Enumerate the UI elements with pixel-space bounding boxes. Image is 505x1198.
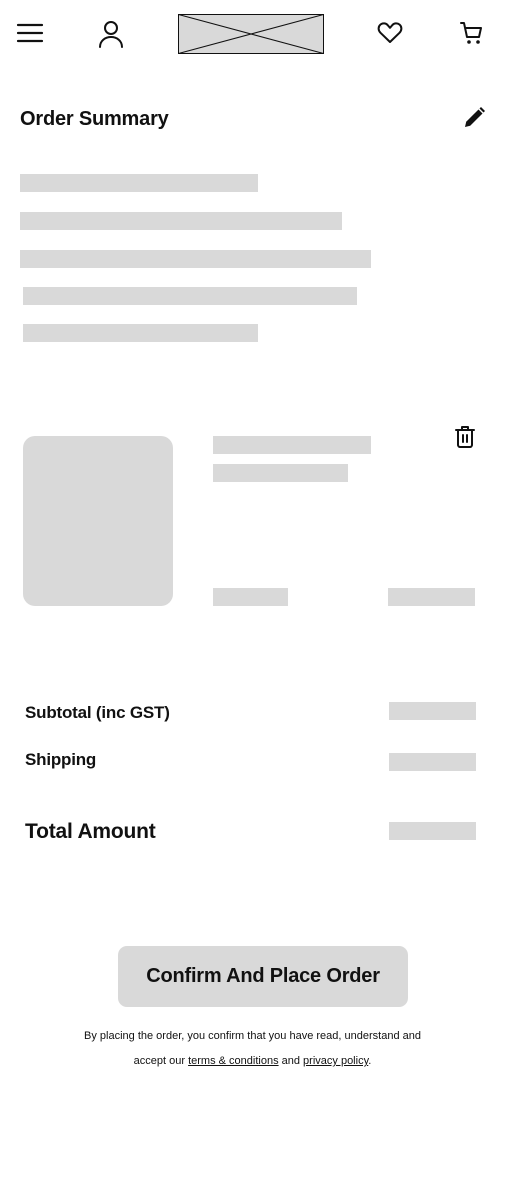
legal-notice-line2: accept our terms & conditions and privac… xyxy=(40,1049,465,1074)
shipping-value-placeholder xyxy=(389,753,476,771)
subtotal-value-placeholder xyxy=(389,702,476,720)
confirm-place-order-button[interactable]: Confirm And Place Order xyxy=(118,946,408,1007)
legal-notice-line1: By placing the order, you confirm that y… xyxy=(84,1030,421,1042)
heart-icon[interactable] xyxy=(377,22,403,44)
address-line-placeholder xyxy=(20,250,371,268)
product-image-placeholder xyxy=(23,436,173,606)
total-amount-value-placeholder xyxy=(389,822,476,840)
address-line-placeholder xyxy=(20,174,258,192)
product-price-placeholder xyxy=(388,588,475,606)
product-name-placeholder xyxy=(213,436,371,454)
address-line-placeholder xyxy=(20,212,342,230)
terms-link[interactable]: terms & conditions xyxy=(188,1055,278,1067)
page-title: Order Summary xyxy=(20,108,169,130)
cart-icon[interactable] xyxy=(459,20,485,46)
subtotal-label: Subtotal (inc GST) xyxy=(25,703,170,722)
hamburger-menu-icon[interactable] xyxy=(16,22,44,44)
legal-middle: and xyxy=(278,1055,304,1067)
address-line-placeholder xyxy=(23,324,258,342)
legal-suffix: . xyxy=(368,1055,372,1067)
product-quantity-placeholder xyxy=(213,588,288,606)
trash-icon[interactable] xyxy=(454,425,476,449)
logo-placeholder[interactable] xyxy=(178,14,324,54)
shipping-label: Shipping xyxy=(25,750,97,769)
legal-notice: By placing the order, you confirm that y… xyxy=(40,1024,465,1074)
pencil-icon[interactable] xyxy=(462,106,486,130)
legal-prefix: accept our xyxy=(133,1055,189,1067)
privacy-link[interactable]: privacy policy xyxy=(303,1055,368,1067)
total-amount-label: Total Amount xyxy=(25,820,156,843)
product-detail-placeholder xyxy=(213,464,348,482)
user-icon[interactable] xyxy=(97,19,125,49)
address-line-placeholder xyxy=(23,287,357,305)
